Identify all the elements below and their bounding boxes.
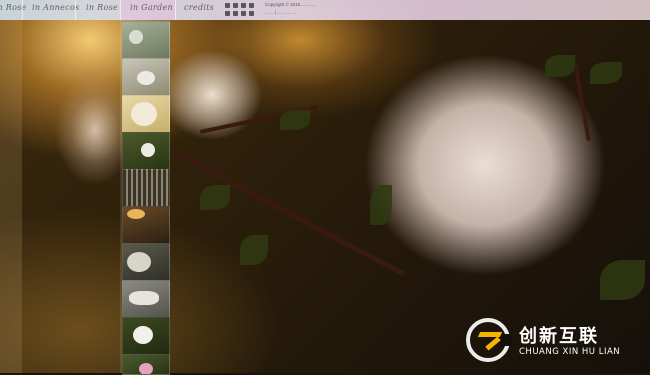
- copyright-text: Copyright © 2015 ............: [265, 2, 317, 7]
- social-icon[interactable]: [249, 3, 254, 8]
- nav-divider: [22, 0, 23, 20]
- thumbnail[interactable]: [122, 95, 170, 133]
- background-photo: [0, 0, 650, 373]
- leaf: [240, 235, 268, 265]
- thumbnail[interactable]: [122, 132, 170, 170]
- nav-item-credits[interactable]: credits: [184, 3, 214, 12]
- social-icons: [225, 3, 254, 8]
- left-panel: [0, 20, 22, 373]
- social-icon[interactable]: [225, 3, 230, 8]
- nav-item-rose[interactable]: in Rose: [86, 3, 118, 12]
- nav-divider: [175, 0, 176, 20]
- thumbnail[interactable]: [122, 243, 170, 281]
- share-icon[interactable]: [233, 11, 238, 16]
- thumbnail-strip: [120, 20, 170, 375]
- logo-icon: [466, 318, 512, 362]
- rose-stem-upper: [573, 61, 591, 142]
- thumbnail[interactable]: [122, 206, 170, 244]
- thumbnail[interactable]: [122, 354, 170, 375]
- nav-item-garden[interactable]: in Garden: [130, 3, 173, 12]
- logo-text-en: CHUANG XIN HU LIAN: [519, 347, 621, 357]
- nav-item-annecos[interactable]: in Annecos: [32, 3, 79, 12]
- nav-divider: [120, 0, 121, 20]
- thumbnail[interactable]: [122, 280, 170, 318]
- thumbnail[interactable]: [122, 169, 170, 207]
- thumbnail[interactable]: [122, 317, 170, 355]
- contact-text: ... ... | ... ... ... ...: [265, 10, 297, 15]
- leaf: [590, 62, 622, 84]
- nav-divider: [75, 0, 76, 20]
- leaf: [200, 185, 230, 210]
- leaf: [280, 110, 310, 130]
- share-icons: [225, 11, 254, 16]
- leaf: [600, 260, 645, 300]
- social-icon[interactable]: [241, 3, 246, 8]
- social-icon[interactable]: [233, 3, 238, 8]
- leaf: [370, 185, 392, 225]
- top-navigation-bar: In Rose in Annecos in Rose in Garden cre…: [0, 0, 650, 20]
- thumbnail[interactable]: [122, 58, 170, 96]
- thumbnail[interactable]: [122, 21, 170, 59]
- share-icon[interactable]: [225, 11, 230, 16]
- leaf: [545, 55, 575, 77]
- share-icon[interactable]: [249, 11, 254, 16]
- logo-text-cn: 创新互联: [519, 326, 599, 347]
- share-icon[interactable]: [241, 11, 246, 16]
